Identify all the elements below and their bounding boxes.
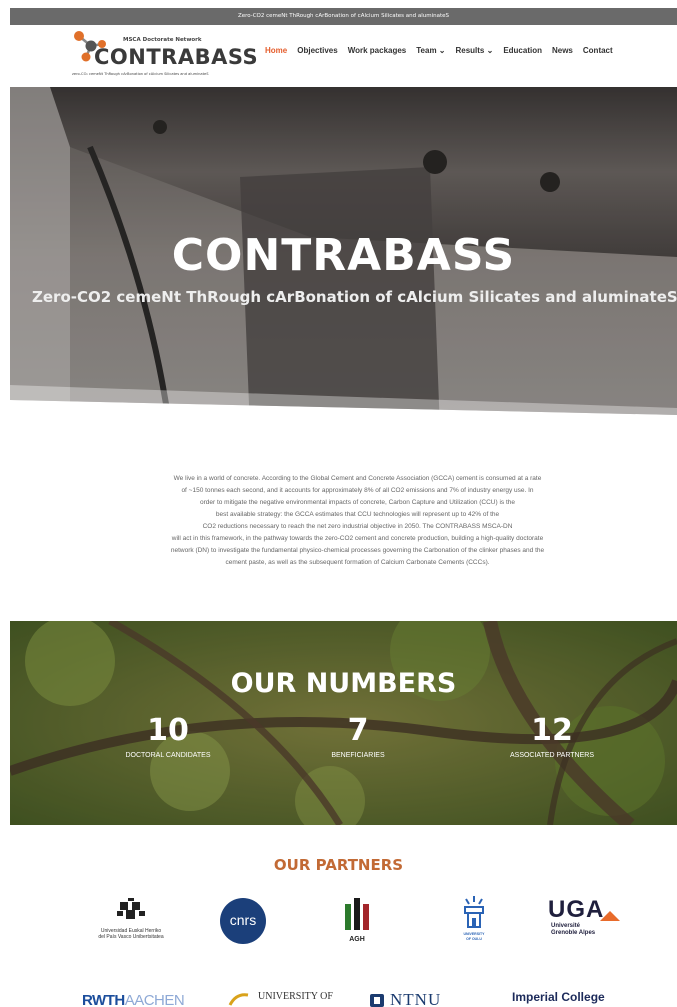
ehu-logo-icon <box>117 898 145 919</box>
numbers-title: OUR NUMBERS <box>230 668 457 699</box>
logo-tagline: zero-CO₂ cemeNt ThRough cArBonation of c… <box>72 72 209 76</box>
rwth-text: RWTH <box>82 992 125 1007</box>
cnrs-text: cnrs <box>229 912 257 928</box>
nav-item-objectives[interactable]: Objectives <box>297 46 337 55</box>
site-header: MSCA Doctorate Network CONTRABASS zero-C… <box>10 25 677 87</box>
ntnu-logo-icon <box>370 994 384 1007</box>
agh-text: AGH <box>349 936 365 943</box>
stat-label: BENEFICIARIES <box>331 752 385 759</box>
logo-network-label: MSCA Doctorate Network <box>123 37 202 43</box>
oulu-line2: OF OULU <box>466 936 482 941</box>
uga-line2: Grenoble Alpes <box>551 930 596 936</box>
partner-rwth[interactable]: RWTHAACHEN <box>82 990 212 1007</box>
nav-item-work-packages[interactable]: Work packages <box>348 46 407 55</box>
nav-item-education[interactable]: Education <box>503 46 542 55</box>
main-navigation: Home Objectives Work packages Team ⌄ Res… <box>265 46 623 55</box>
logo-name: CONTRABASS <box>94 45 259 69</box>
partner-imperial[interactable]: Imperial College <box>512 990 652 1007</box>
ehu-line2: del País Vasco Unibertsitatea <box>98 934 164 940</box>
ntnu-text: NTNU <box>390 990 442 1007</box>
oviedo-text: UNIVERSITY OF <box>258 991 333 1002</box>
rwth-aachen-text: AACHEN <box>124 992 185 1007</box>
intro-line: will act in this framework, in the pathw… <box>171 535 544 542</box>
intro-line: of ~150 tonnes each second, and it accou… <box>181 487 534 494</box>
numbers-section: OUR NUMBERS 10 DOCTORAL CANDIDATES 7 BEN… <box>10 621 677 825</box>
nav-item-news[interactable]: News <box>552 46 573 55</box>
intro-line: cement paste, as well as the subsequent … <box>225 559 490 566</box>
hero-title: CONTRABASS <box>171 230 516 281</box>
intro-line: CO2 reductions necessary to reach the ne… <box>202 523 513 530</box>
nav-item-team[interactable]: Team ⌄ <box>416 46 445 55</box>
intro-paragraph: We live in a world of concrete. Accordin… <box>70 473 645 569</box>
uga-triangle-icon <box>600 911 620 921</box>
partner-uga[interactable]: UGA Université Grenoble Alpes <box>548 896 628 946</box>
stat-label: ASSOCIATED PARTNERS <box>509 752 595 759</box>
oulu-logo-icon <box>464 896 484 928</box>
stat-value: 7 <box>347 713 369 748</box>
hero-subtitle: Zero-CO2 cemeNt ThRough cArBonation of c… <box>32 288 677 306</box>
stat-associated-partners: 12 ASSOCIATED PARTNERS <box>472 713 632 759</box>
stat-doctoral-candidates: 10 DOCTORAL CANDIDATES <box>88 713 248 759</box>
site-logo[interactable]: MSCA Doctorate Network CONTRABASS zero-C… <box>72 30 262 85</box>
partner-cnrs[interactable]: cnrs <box>219 897 267 945</box>
hero-divider <box>10 385 677 430</box>
partner-ntnu[interactable]: NTNU <box>370 990 490 1007</box>
uga-text: UGA <box>548 896 605 923</box>
stat-value: 12 <box>531 713 573 748</box>
stat-beneficiaries: 7 BENEFICIARIES <box>278 713 438 759</box>
uga-line1: Université <box>551 923 581 929</box>
stat-value: 10 <box>147 713 189 748</box>
nav-item-results[interactable]: Results ⌄ <box>455 46 493 55</box>
partner-agh[interactable]: AGH <box>340 898 374 948</box>
partners-title: OUR PARTNERS <box>273 856 404 874</box>
partner-oviedo[interactable]: UNIVERSITY OF <box>228 990 358 1007</box>
intro-line: order to mitigate the negative environme… <box>199 499 516 506</box>
intro-line: network (DN) to investigate the fundamen… <box>170 547 545 554</box>
agh-logo-icon <box>345 898 369 930</box>
nav-item-home[interactable]: Home <box>265 46 287 55</box>
top-announcement-bar: Zero-CO2 cemeNt ThRough cArBonation of c… <box>10 8 677 25</box>
intro-line: We live in a world of concrete. Accordin… <box>173 475 542 482</box>
hero-banner: CONTRABASS Zero-CO2 cemeNt ThRough cArBo… <box>10 87 677 430</box>
imperial-text: Imperial College <box>512 990 605 1004</box>
nav-item-contact[interactable]: Contact <box>583 46 613 55</box>
intro-line: best available strategy: the GCCA estima… <box>215 511 500 518</box>
partner-oulu[interactable]: UNIVERSITY OF OULU <box>454 896 494 946</box>
oviedo-logo-icon <box>228 993 249 1006</box>
partner-ehu[interactable]: Universidad Euskal Herriko del País Vasc… <box>76 898 186 946</box>
stat-label: DOCTORAL CANDIDATES <box>125 752 211 759</box>
